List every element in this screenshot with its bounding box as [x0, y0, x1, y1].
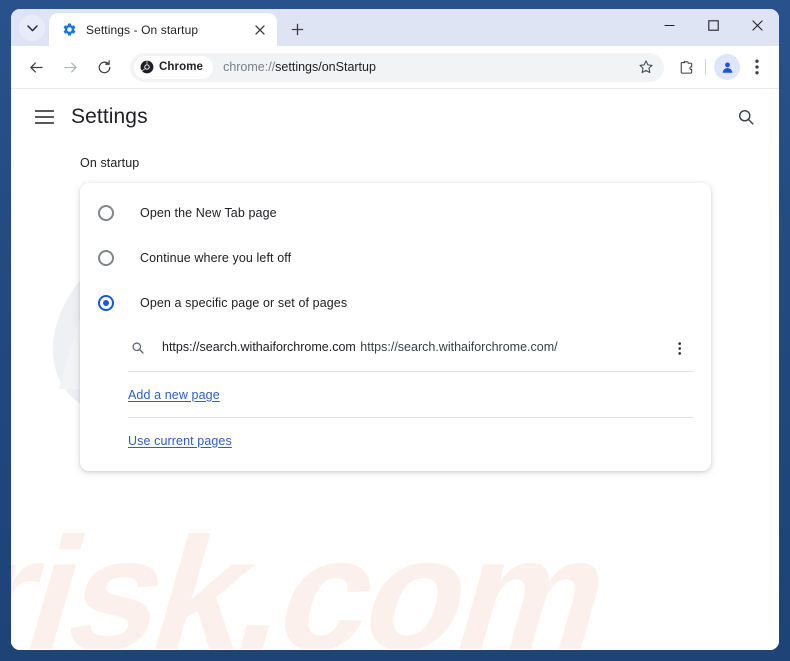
startup-page-text: https://search.withaiforchrome.com https… — [162, 338, 667, 357]
browser-menu-button[interactable] — [743, 53, 771, 81]
star-icon — [639, 60, 653, 74]
close-button[interactable] — [735, 9, 779, 42]
browser-window: Settings - On startup Chrome chrome://se… — [11, 9, 779, 650]
search-icon — [738, 109, 754, 125]
chrome-chip-label: Chrome — [159, 61, 204, 73]
settings-header: Settings — [11, 89, 779, 145]
close-icon — [751, 20, 763, 31]
tab-strip: Settings - On startup — [11, 9, 779, 46]
hamburger-menu-icon — [34, 110, 54, 124]
startup-page-row: https://search.withaiforchrome.com https… — [80, 325, 711, 371]
forward-button[interactable] — [55, 52, 85, 82]
toolbar-divider — [705, 59, 706, 75]
arrow-left-icon — [29, 61, 43, 73]
reload-button[interactable] — [89, 52, 119, 82]
maximize-icon — [707, 20, 719, 31]
extensions-button[interactable] — [672, 53, 700, 81]
browser-tab-settings[interactable]: Settings - On startup — [49, 13, 277, 46]
chrome-logo-icon — [140, 60, 154, 74]
minimize-button[interactable] — [647, 9, 691, 42]
section-title-on-startup: On startup — [80, 156, 140, 170]
new-tab-button[interactable] — [284, 16, 310, 42]
profile-avatar-button[interactable] — [714, 54, 740, 80]
radio-option-continue-where-left-off[interactable]: Continue where you left off — [80, 235, 711, 280]
omnibox-actions — [632, 53, 660, 81]
reload-icon — [98, 59, 110, 73]
minimize-icon — [664, 24, 674, 27]
three-dots-vertical-icon — [755, 59, 759, 75]
radio-label: Continue where you left off — [140, 250, 292, 265]
extensions-puzzle-icon — [680, 60, 692, 74]
arrow-right-icon — [63, 61, 77, 73]
radio-circle-checked-icon — [98, 294, 114, 311]
add-a-new-page-link[interactable]: Add a new page — [128, 388, 220, 402]
use-current-pages-row: Use current pages — [80, 418, 711, 463]
radio-circle-unchecked-icon — [98, 249, 114, 266]
svg-text:risk.com: risk.com — [11, 504, 628, 649]
main-menu-button[interactable] — [29, 102, 59, 132]
radio-option-specific-pages[interactable]: Open a specific page or set of pages — [80, 280, 711, 325]
three-dots-vertical-icon — [678, 341, 682, 355]
startup-page-url: https://search.withaiforchrome.com/ — [360, 340, 558, 355]
startup-page-title: https://search.withaiforchrome.com — [162, 340, 356, 355]
search-icon — [128, 338, 148, 358]
person-icon — [722, 62, 732, 73]
radio-label: Open a specific page or set of pages — [140, 295, 348, 310]
startup-page-more-button[interactable] — [667, 335, 693, 361]
url-path: settings/onStartup — [275, 60, 376, 74]
use-current-pages-link[interactable]: Use current pages — [128, 434, 232, 448]
browser-toolbar: Chrome chrome://settings/onStartup — [11, 46, 779, 89]
tab-close-icon[interactable] — [251, 21, 268, 38]
address-bar[interactable]: Chrome chrome://settings/onStartup — [130, 52, 664, 82]
on-startup-card: Open the New Tab page Continue where you… — [80, 183, 711, 471]
omnibox-url-text[interactable]: chrome://settings/onStartup — [223, 60, 632, 74]
chevron-down-icon — [26, 24, 38, 31]
add-new-page-row: Add a new page — [80, 372, 711, 417]
window-controls — [647, 9, 779, 42]
settings-gear-icon — [61, 22, 77, 38]
url-scheme: chrome:// — [223, 60, 276, 74]
settings-page: PC risk.com Settings — [11, 89, 779, 650]
browser-window-frame: Settings - On startup Chrome chrome://se… — [0, 0, 790, 661]
bookmark-star-button[interactable] — [632, 53, 660, 81]
tab-search-button[interactable] — [19, 15, 45, 41]
page-title: Settings — [71, 105, 148, 128]
chrome-origin-chip[interactable]: Chrome — [134, 55, 214, 79]
tab-title: Settings - On startup — [86, 22, 199, 37]
settings-search-button[interactable] — [731, 102, 761, 132]
radio-option-new-tab-page[interactable]: Open the New Tab page — [80, 190, 711, 235]
radio-circle-unchecked-icon — [98, 204, 114, 221]
plus-icon — [291, 23, 303, 35]
back-button[interactable] — [21, 52, 51, 82]
radio-label: Open the New Tab page — [140, 205, 277, 220]
maximize-button[interactable] — [691, 9, 735, 42]
